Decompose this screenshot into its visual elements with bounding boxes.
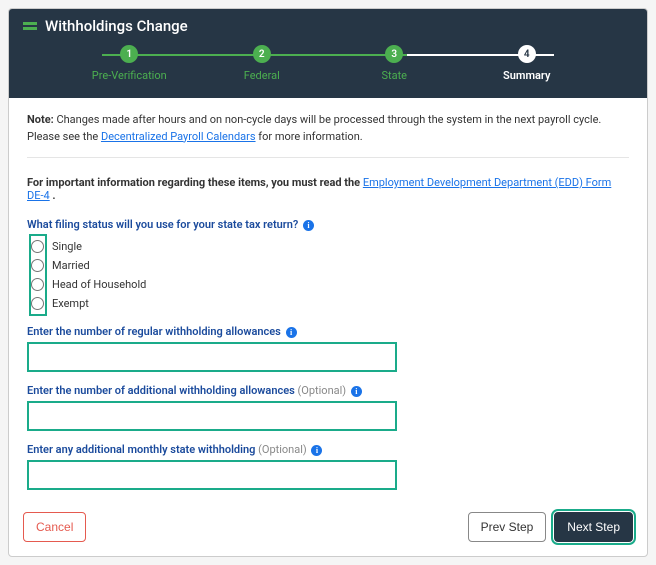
card-icon	[23, 22, 37, 30]
regular-allowances-block: Enter the number of regular withholding …	[27, 325, 629, 372]
step-state[interactable]: 3 State	[328, 45, 461, 82]
title-row: Withholdings Change	[23, 17, 633, 35]
calendars-link[interactable]: Decentralized Payroll Calendars	[101, 130, 256, 143]
optional-tag: (Optional)	[298, 384, 347, 397]
important-notice: For important information regarding thes…	[27, 176, 629, 202]
divider	[27, 157, 629, 158]
info-icon[interactable]: i	[286, 327, 297, 338]
radio-row-single: Single	[31, 237, 629, 256]
page-title: Withholdings Change	[45, 17, 188, 35]
monthly-withholding-block: Enter any additional monthly state withh…	[27, 443, 629, 490]
radio-label: Married	[52, 259, 90, 272]
step-pre-verification[interactable]: 1 Pre-Verification	[63, 45, 196, 82]
radio-row-married: Married	[31, 256, 629, 275]
cancel-button[interactable]: Cancel	[23, 512, 86, 542]
radio-row-hoh: Head of Household	[31, 275, 629, 294]
info-icon[interactable]: i	[303, 220, 314, 231]
withholdings-panel: Withholdings Change 1 Pre-Verification 2…	[8, 8, 648, 557]
monthly-withholding-label: Enter any additional monthly state withh…	[27, 443, 629, 456]
radio-label: Single	[52, 240, 82, 253]
step-label: State	[381, 69, 407, 82]
footer-right: Prev Step Next Step	[468, 512, 633, 542]
prev-step-button[interactable]: Prev Step	[468, 512, 547, 542]
note-prefix: Note:	[27, 113, 54, 126]
monthly-withholding-input[interactable]	[27, 460, 397, 490]
step-circle: 1	[120, 45, 138, 63]
panel-footer: Cancel Prev Step Next Step	[9, 502, 647, 556]
filing-status-question: What filing status will you use for your…	[27, 218, 629, 231]
note-text: Note: Changes made after hours and on no…	[27, 112, 629, 145]
filing-status-options: Single Married Head of Household Exempt	[27, 237, 629, 313]
stepper: 1 Pre-Verification 2 Federal 3 State 4 S…	[23, 45, 633, 82]
step-circle: 4	[518, 45, 536, 63]
step-summary[interactable]: 4 Summary	[461, 45, 594, 82]
note-suffix: for more information.	[256, 130, 363, 143]
radio-head-of-household[interactable]	[31, 278, 44, 291]
info-icon[interactable]: i	[351, 386, 362, 397]
radio-label: Head of Household	[52, 278, 146, 291]
step-circle: 3	[385, 45, 403, 63]
panel-body: Note: Changes made after hours and on no…	[9, 98, 647, 502]
important-suffix: .	[50, 189, 56, 202]
step-label: Pre-Verification	[92, 69, 167, 82]
regular-allowances-label: Enter the number of regular withholding …	[27, 325, 629, 338]
next-step-button[interactable]: Next Step	[554, 512, 633, 542]
important-text: For important information regarding thes…	[27, 176, 363, 189]
step-label: Summary	[503, 69, 550, 82]
optional-tag: (Optional)	[258, 443, 307, 456]
additional-allowances-label: Enter the number of additional withholdi…	[27, 384, 629, 397]
regular-allowances-input[interactable]	[27, 342, 397, 372]
additional-allowances-input[interactable]	[27, 401, 397, 431]
radio-married[interactable]	[31, 259, 44, 272]
panel-header: Withholdings Change 1 Pre-Verification 2…	[9, 9, 647, 98]
step-circle: 2	[253, 45, 271, 63]
radio-single[interactable]	[31, 240, 44, 253]
radio-row-exempt: Exempt	[31, 294, 629, 313]
radio-exempt[interactable]	[31, 297, 44, 310]
step-federal[interactable]: 2 Federal	[196, 45, 329, 82]
radio-label: Exempt	[52, 297, 89, 310]
additional-allowances-block: Enter the number of additional withholdi…	[27, 384, 629, 431]
step-label: Federal	[244, 69, 280, 82]
info-icon[interactable]: i	[311, 445, 322, 456]
